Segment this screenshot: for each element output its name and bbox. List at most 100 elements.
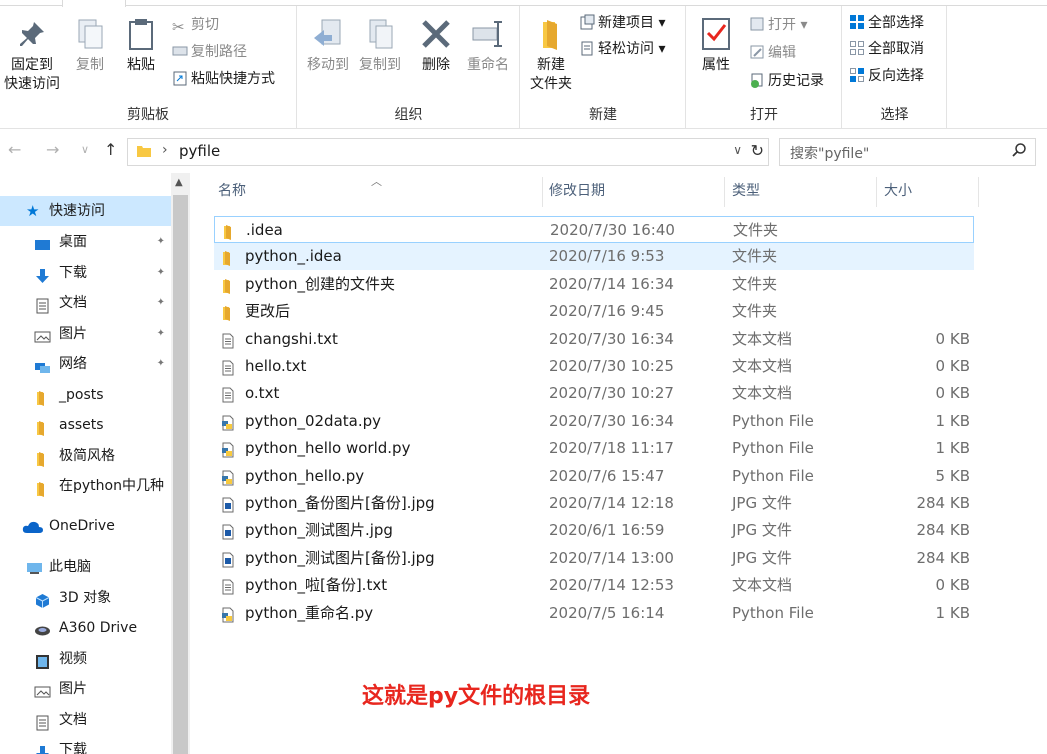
nav-item[interactable]: 视频 xyxy=(0,644,171,674)
file-row[interactable]: hello.txt 2020/7/30 10:25 文本文档 0 KB xyxy=(214,353,974,380)
recent-dropdown-icon[interactable]: ∨ xyxy=(81,143,89,156)
back-arrow-icon[interactable]: ← xyxy=(8,140,21,159)
select-none-button[interactable]: 全部取消 xyxy=(849,38,924,60)
nav-scrollbar-thumb[interactable] xyxy=(173,195,188,754)
paste-shortcut-button[interactable]: 粘贴快捷方式 xyxy=(172,68,275,90)
file-row[interactable]: o.txt 2020/7/30 10:27 文本文档 0 KB xyxy=(214,380,974,407)
nav-onedrive[interactable]: OneDrive xyxy=(0,511,171,541)
file-row[interactable]: changshi.txt 2020/7/30 16:34 文本文档 0 KB xyxy=(214,326,974,353)
nav-item[interactable]: 文档 ✦ xyxy=(0,288,171,318)
file-row[interactable]: python_创建的文件夹 2020/7/14 16:34 文件夹 xyxy=(214,271,974,298)
refresh-icon[interactable]: ↻ xyxy=(751,141,764,160)
file-name: python_重命名.py xyxy=(245,603,374,622)
forward-arrow-icon[interactable]: → xyxy=(46,140,59,159)
file-type: Python File xyxy=(732,466,814,485)
search-icon[interactable] xyxy=(1011,142,1027,158)
column-divider[interactable] xyxy=(724,177,725,207)
nav-item[interactable]: 下载 ✦ xyxy=(0,258,171,288)
nav-item[interactable]: 网络 ✦ xyxy=(0,349,171,379)
pin-icon[interactable]: ✦ xyxy=(157,258,165,288)
nav-quick-access[interactable]: ★ 快速访问 xyxy=(0,196,171,226)
column-divider[interactable] xyxy=(542,177,543,207)
file-date: 2020/7/18 11:17 xyxy=(549,439,674,458)
invert-selection-button[interactable]: 反向选择 xyxy=(849,65,924,87)
easy-access-button[interactable]: 轻松访问 ▾ xyxy=(579,38,665,60)
nav-item[interactable]: A360 Drive xyxy=(0,613,171,643)
nav-item[interactable]: 图片 ✦ xyxy=(0,319,171,349)
properties-button[interactable]: 属性 xyxy=(693,12,739,75)
nav-scrollbar[interactable]: ▲ xyxy=(171,173,190,754)
file-size: 284 KB xyxy=(916,548,970,567)
new-item-button[interactable]: 新建项目 ▾ xyxy=(579,12,665,34)
delete-button[interactable]: 删除 xyxy=(416,12,456,75)
rename-button[interactable]: 重命名 xyxy=(462,12,514,75)
pin-icon[interactable]: ✦ xyxy=(157,288,165,318)
column-header-type[interactable]: 类型 xyxy=(732,173,760,209)
breadcrumb-pyfile[interactable]: pyfile xyxy=(179,142,220,160)
address-bar[interactable]: › pyfile ∨ ↻ xyxy=(127,138,769,166)
search-input[interactable]: 搜索"pyfile" xyxy=(790,143,869,163)
search-box[interactable]: 搜索"pyfile" xyxy=(779,138,1036,166)
file-row[interactable]: python_02data.py 2020/7/30 16:34 Python Fi… xyxy=(214,408,974,435)
new-folder-button[interactable]: 新建 文件夹 xyxy=(525,12,577,94)
file-row[interactable]: 更改后 2020/7/16 9:45 文件夹 xyxy=(214,298,974,325)
file-row[interactable]: .idea 2020/7/30 16:40 文件夹 xyxy=(214,216,974,243)
file-name: python_hello world.py xyxy=(245,439,411,458)
column-divider[interactable] xyxy=(876,177,877,207)
nav-item-label: 文档 xyxy=(59,295,87,311)
file-row[interactable]: python_测试图片.jpg 2020/6/1 16:59 JPG 文件 284 K… xyxy=(214,517,974,544)
nav-item[interactable]: 在python中几种 xyxy=(0,471,171,501)
history-button[interactable]: 历史记录 xyxy=(749,70,824,92)
copy-to-button[interactable]: 复制到 xyxy=(354,12,406,75)
file-date: 2020/7/30 10:27 xyxy=(549,384,674,403)
file-row[interactable]: python_测试图片[备份].jpg 2020/7/14 13:00 JPG 文件… xyxy=(214,545,974,572)
file-date: 2020/7/30 16:34 xyxy=(549,329,674,348)
copy-button[interactable]: 复制 xyxy=(70,12,110,75)
nav-item[interactable]: 图片 xyxy=(0,674,171,704)
nav-item[interactable]: 3D 对象 xyxy=(0,583,171,613)
pin-to-quick-access-button[interactable]: 固定到 快速访问 xyxy=(2,12,62,94)
pin-icon[interactable]: ✦ xyxy=(157,349,165,379)
open-button[interactable]: 打开 ▾ xyxy=(749,14,807,36)
nav-item[interactable]: 极简风格 xyxy=(0,441,171,471)
copy-path-button[interactable]: 复制路径 xyxy=(172,41,247,63)
column-header-size[interactable]: 大小 xyxy=(884,173,912,209)
nav-item[interactable]: assets xyxy=(0,410,171,440)
copy-label: 复制 xyxy=(76,57,104,73)
file-row[interactable]: python_备份图片[备份].jpg 2020/7/14 12:18 JPG 文件… xyxy=(214,490,974,517)
pin-icon[interactable]: ✦ xyxy=(157,319,165,349)
file-type: 文本文档 xyxy=(732,357,793,375)
column-header-date[interactable]: 修改日期 xyxy=(549,173,605,209)
file-row[interactable]: python_hello.py 2020/7/6 15:47 Python File… xyxy=(214,463,974,490)
column-header-name[interactable]: 名称 xyxy=(218,173,246,209)
file-name: hello.txt xyxy=(245,357,307,375)
select-all-button[interactable]: 全部选择 xyxy=(849,12,924,34)
file-row[interactable]: python_.idea 2020/7/16 9:53 文件夹 xyxy=(214,243,974,271)
nav-this-pc[interactable]: 此电脑 xyxy=(0,552,171,582)
edit-button[interactable]: 编辑 xyxy=(749,42,796,64)
file-date: 2020/7/30 16:34 xyxy=(549,411,674,430)
scroll-up-arrow-icon[interactable]: ▲ xyxy=(175,177,183,188)
address-dropdown-icon[interactable]: ∨ xyxy=(733,143,742,157)
paste-button[interactable]: 粘贴 xyxy=(120,12,162,75)
pictures-icon xyxy=(34,681,51,698)
file-row[interactable]: python_啦[备份].txt 2020/7/14 12:53 文本文档 0 KB xyxy=(214,572,974,599)
nav-item[interactable]: 文档 xyxy=(0,705,171,735)
nav-item[interactable]: 桌面 ✦ xyxy=(0,227,171,257)
move-to-button[interactable]: 移动到 xyxy=(302,12,354,75)
cut-button[interactable]: ✂ 剪切 xyxy=(172,14,219,36)
file-type: 文本文档 xyxy=(732,329,793,348)
nav-item-label: 在python中几种 xyxy=(59,478,164,494)
nav-item[interactable]: _posts xyxy=(0,380,171,410)
file-date: 2020/6/1 16:59 xyxy=(549,521,665,540)
column-divider[interactable] xyxy=(978,177,979,207)
nav-item[interactable]: 下载 xyxy=(0,735,171,754)
nav-this-pc-label: 此电脑 xyxy=(49,559,91,575)
pin-icon xyxy=(20,22,44,46)
pin-icon[interactable]: ✦ xyxy=(157,227,165,257)
file-row[interactable]: python_hello world.py 2020/7/18 11:17 Pyth… xyxy=(214,435,974,462)
breadcrumb-chevron-icon[interactable]: › xyxy=(162,142,168,158)
paste-shortcut-label: 粘贴快捷方式 xyxy=(191,71,275,87)
file-row[interactable]: python_重命名.py 2020/7/5 16:14 Python File 1 … xyxy=(214,600,974,627)
up-arrow-icon[interactable]: ↑ xyxy=(104,140,117,159)
